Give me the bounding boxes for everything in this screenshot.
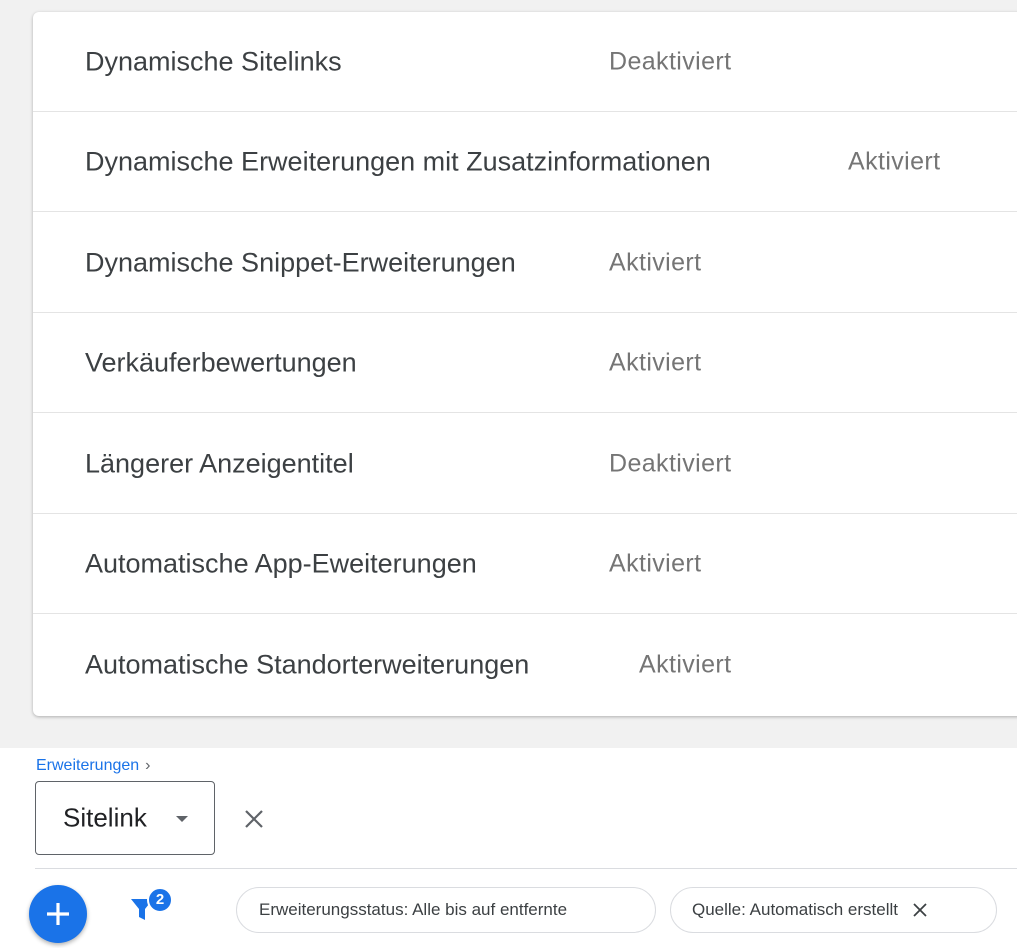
extension-name: Dynamische Sitelinks bbox=[85, 46, 342, 76]
extension-name: Automatische Standorterweiterungen bbox=[85, 649, 530, 680]
chevron-right-icon: › bbox=[145, 757, 151, 774]
extension-type-select[interactable]: Sitelink bbox=[35, 781, 215, 855]
list-item[interactable]: Dynamische Erweiterungen mit Zusatzinfor… bbox=[33, 112, 1017, 212]
breadcrumb: Erweiterungen › bbox=[36, 757, 151, 775]
extension-status: Aktiviert bbox=[609, 348, 702, 376]
caret-down-icon bbox=[176, 816, 188, 822]
list-item[interactable]: Dynamische Sitelinks Deaktiviert bbox=[33, 12, 1017, 112]
plus-icon bbox=[47, 903, 69, 925]
automated-extensions-card: Dynamische Sitelinks Deaktiviert Dynamis… bbox=[33, 12, 1017, 716]
list-item[interactable]: Automatische App-Eweiterungen Aktiviert bbox=[33, 514, 1017, 614]
extension-name: Dynamische Snippet-Erweiterungen bbox=[85, 247, 516, 277]
extension-name: Längerer Anzeigentitel bbox=[85, 448, 354, 478]
filter-chip-label: Erweiterungsstatus: Alle bis auf entfern… bbox=[259, 900, 568, 919]
extension-name: Dynamische Erweiterungen mit Zusatzinfor… bbox=[85, 146, 711, 176]
extension-type-value: Sitelink bbox=[63, 802, 147, 833]
list-item[interactable]: Dynamische Snippet-Erweiterungen Aktivie… bbox=[33, 213, 1017, 313]
extension-status: Aktiviert bbox=[639, 650, 732, 679]
close-icon[interactable] bbox=[241, 806, 267, 832]
extension-status: Aktiviert bbox=[609, 549, 702, 577]
add-button[interactable] bbox=[29, 885, 87, 943]
filter-chip-label: Quelle: Automatisch erstellt bbox=[692, 900, 898, 919]
extension-status: Deaktiviert bbox=[609, 449, 732, 477]
filter-chip-status[interactable]: Erweiterungsstatus: Alle bis auf entfern… bbox=[236, 887, 656, 933]
list-item[interactable]: Automatische Standorterweiterungen Aktiv… bbox=[33, 615, 1017, 715]
extension-name: Verkäuferbewertungen bbox=[85, 347, 357, 377]
list-item[interactable]: Längerer Anzeigentitel Deaktiviert bbox=[33, 414, 1017, 514]
remove-chip-close-icon[interactable] bbox=[912, 902, 928, 918]
extension-status: Deaktiviert bbox=[609, 47, 732, 75]
extension-status: Aktiviert bbox=[609, 248, 702, 276]
divider bbox=[35, 868, 1017, 869]
filter-count-badge: 2 bbox=[147, 887, 173, 913]
extension-status: Aktiviert bbox=[848, 147, 941, 175]
extension-name: Automatische App-Eweiterungen bbox=[85, 548, 477, 578]
extensions-overview-area: Dynamische Sitelinks Deaktiviert Dynamis… bbox=[0, 0, 1017, 748]
filter-chip-source[interactable]: Quelle: Automatisch erstellt bbox=[670, 887, 997, 933]
breadcrumb-link-erweiterungen[interactable]: Erweiterungen bbox=[36, 757, 139, 774]
list-item[interactable]: Verkäuferbewertungen Aktiviert bbox=[33, 313, 1017, 413]
